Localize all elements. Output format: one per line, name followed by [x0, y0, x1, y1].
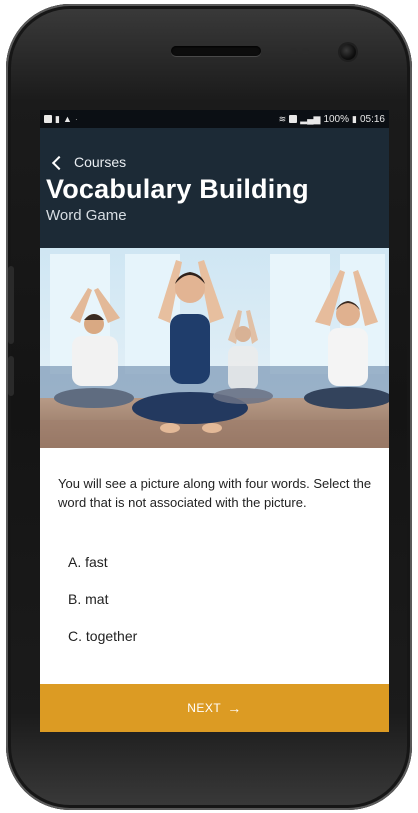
question-content: You will see a picture along with four w… [40, 448, 389, 644]
battery-percent: 100% [323, 113, 350, 125]
yoga-class-image [40, 248, 389, 448]
sim-icon [289, 115, 298, 123]
battery-icon: ▮ [352, 113, 357, 124]
system-icons: ≋ ▂▄▆ 100% ▮ 05:16 [279, 114, 385, 125]
page-header: Courses Vocabulary Building Word Game [40, 128, 389, 248]
wifi-icon: ≋ [278, 113, 287, 124]
dot-icon: · [74, 114, 78, 124]
facebook-icon [44, 115, 52, 123]
clock: 05:16 [359, 113, 385, 125]
option-c[interactable]: C. together [58, 628, 373, 644]
option-a[interactable]: A. fast [58, 554, 373, 570]
answer-options: A. fast B. mat C. together [58, 554, 373, 644]
page-title: Vocabulary Building [46, 174, 309, 204]
next-label: NEXT [187, 701, 222, 715]
proximity-sensor [290, 48, 297, 55]
message-icon: ▮ [55, 113, 60, 124]
chevron-left-icon[interactable] [51, 155, 67, 170]
page-subtitle: Word Game [46, 207, 127, 224]
light-sensor [302, 48, 309, 55]
back-label[interactable]: Courses [74, 154, 126, 170]
back-navigation[interactable]: Courses [48, 154, 389, 170]
arrow-right-icon: → [227, 700, 242, 716]
warning-icon: ▲ [62, 113, 72, 124]
app-screen: ▮ ▲ · ≋ ▂▄▆ 100% ▮ 05:16 Courses Vocabul… [40, 110, 389, 732]
front-camera [340, 44, 356, 60]
status-bar: ▮ ▲ · ≋ ▂▄▆ 100% ▮ 05:16 [40, 110, 389, 128]
instructions-text: You will see a picture along with four w… [58, 476, 372, 510]
next-button[interactable]: NEXT → [40, 684, 389, 732]
signal-icon: ▂▄▆ [300, 113, 321, 124]
volume-button [8, 266, 14, 344]
option-b[interactable]: B. mat [58, 591, 373, 607]
power-button [8, 356, 14, 396]
notification-icons: ▮ ▲ · [44, 114, 78, 124]
earpiece-speaker [171, 46, 261, 56]
